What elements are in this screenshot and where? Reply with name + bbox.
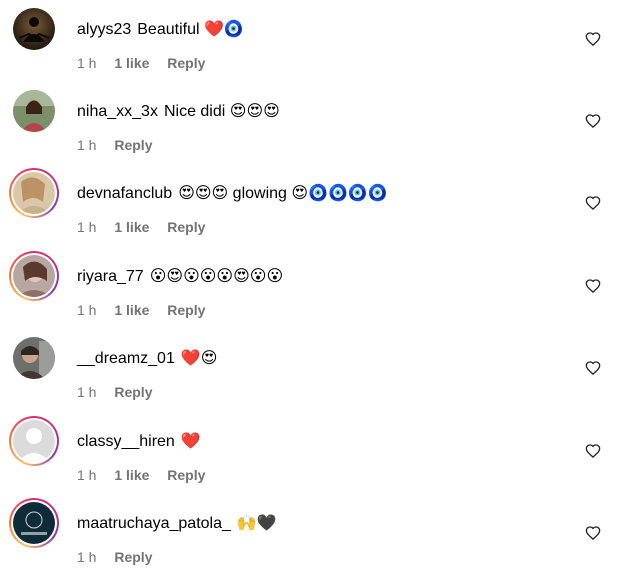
heart-outline-icon[interactable] bbox=[585, 278, 601, 294]
heart-outline-icon[interactable] bbox=[585, 443, 601, 459]
comment-item: riyara_77 😮😍😮😮😮😍😮😮 1 h 1 like Reply bbox=[0, 247, 617, 329]
avatar[interactable] bbox=[9, 416, 59, 466]
avatar[interactable] bbox=[9, 498, 59, 548]
comment-time: 1 h bbox=[77, 302, 97, 318]
comment-username[interactable]: maatruchaya_patola_ bbox=[77, 513, 231, 535]
comment-text: Beautiful ❤️🧿 bbox=[137, 21, 244, 38]
comment-likes[interactable]: 1 like bbox=[114, 467, 149, 483]
heart-outline-icon[interactable] bbox=[585, 195, 601, 211]
reply-button[interactable]: Reply bbox=[114, 549, 152, 565]
comment-time: 1 h bbox=[77, 549, 97, 565]
reply-button[interactable]: Reply bbox=[167, 302, 205, 318]
reply-button[interactable]: Reply bbox=[167, 55, 205, 71]
comment-time: 1 h bbox=[77, 467, 97, 483]
avatar[interactable] bbox=[9, 86, 59, 136]
reply-button[interactable]: Reply bbox=[167, 467, 205, 483]
heart-outline-icon[interactable] bbox=[585, 31, 601, 47]
comment-item: __dreamz_01 ❤️😍 1 h Reply bbox=[0, 329, 617, 411]
avatar[interactable] bbox=[9, 168, 59, 218]
avatar[interactable] bbox=[9, 251, 59, 301]
reply-button[interactable]: Reply bbox=[114, 137, 152, 153]
comment-text: ❤️ bbox=[180, 433, 201, 450]
comment-item: devnafanclub 😍😍😍 glowing 😍🧿🧿🧿🧿 1 h 1 lik… bbox=[0, 164, 617, 246]
comment-time: 1 h bbox=[77, 137, 97, 153]
avatar[interactable] bbox=[9, 333, 59, 383]
comment-username[interactable]: niha_xx_3x bbox=[77, 101, 158, 123]
reply-button[interactable]: Reply bbox=[167, 219, 205, 235]
avatar[interactable] bbox=[9, 4, 59, 54]
comment-likes[interactable]: 1 like bbox=[114, 219, 149, 235]
comment-item: alyys23 Beautiful ❤️🧿 1 h 1 like Reply bbox=[0, 0, 617, 82]
comment-item: maatruchaya_patola_ 🙌🖤 1 h Reply bbox=[0, 494, 617, 576]
comment-likes[interactable]: 1 like bbox=[114, 302, 149, 318]
comment-username[interactable]: __dreamz_01 bbox=[77, 348, 175, 370]
comment-text: ❤️😍 bbox=[180, 350, 218, 367]
comment-time: 1 h bbox=[77, 384, 97, 400]
comment-time: 1 h bbox=[77, 219, 97, 235]
comment-text: 🙌🖤 bbox=[236, 515, 277, 532]
comment-text: 😍😍😍 glowing 😍🧿🧿🧿🧿 bbox=[178, 185, 388, 202]
comment-item: classy__hiren ❤️ 1 h 1 like Reply bbox=[0, 412, 617, 494]
heart-outline-icon[interactable] bbox=[585, 113, 601, 129]
comment-likes[interactable]: 1 like bbox=[114, 55, 149, 71]
comment-username[interactable]: devnafanclub bbox=[77, 183, 172, 205]
comment-username[interactable]: alyys23 bbox=[77, 19, 131, 41]
comment-username[interactable]: classy__hiren bbox=[77, 431, 175, 453]
heart-outline-icon[interactable] bbox=[585, 525, 601, 541]
comment-text: 😮😍😮😮😮😍😮😮 bbox=[149, 268, 284, 285]
reply-button[interactable]: Reply bbox=[114, 384, 152, 400]
heart-outline-icon[interactable] bbox=[585, 360, 601, 376]
comment-username[interactable]: riyara_77 bbox=[77, 266, 144, 288]
comment-text: Nice didi 😍😍😍 bbox=[163, 103, 280, 120]
comment-list: alyys23 Beautiful ❤️🧿 1 h 1 like Reply n… bbox=[0, 0, 617, 570]
comment-item: niha_xx_3x Nice didi 😍😍😍 1 h Reply bbox=[0, 82, 617, 164]
comment-time: 1 h bbox=[77, 55, 97, 71]
